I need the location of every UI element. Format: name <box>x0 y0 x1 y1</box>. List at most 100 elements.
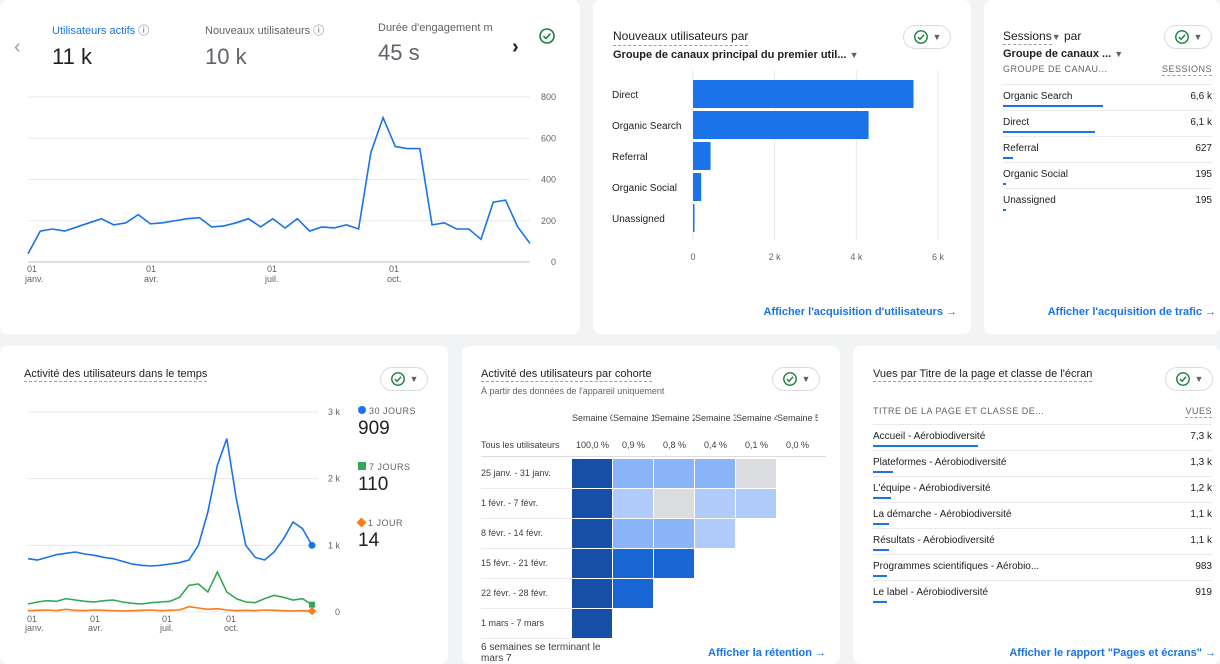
category-label: Organic Search <box>612 121 681 132</box>
pages-card: Vues par Titre de la page et classe de l… <box>853 346 1220 664</box>
all-users-value: 100,0 % <box>575 440 610 450</box>
cohort-grid: Semaine 0 Semaine 1 Semaine 2 Semaine 3 Sema… <box>462 346 840 664</box>
table-row[interactable]: L'équipe - Aérobiodiversité 1,2 k <box>873 476 1212 502</box>
table-row[interactable]: Organic Social 195 <box>1003 162 1212 188</box>
row-value: 1,1 k <box>1190 509 1212 520</box>
row-bar <box>873 497 891 499</box>
row-bar <box>873 471 893 473</box>
table-row[interactable]: Accueil - Aérobiodiversité 7,3 k <box>873 424 1212 450</box>
series-line <box>27 570 313 606</box>
check-circle-icon <box>1174 30 1189 44</box>
legend-label: 30 JOURS <box>369 406 417 416</box>
row-value: 6,1 k <box>1190 117 1212 128</box>
compare-menu[interactable]: ▼ <box>1165 367 1213 391</box>
table-row[interactable]: Programmes scientifiques - Aérobio... 983 <box>873 554 1212 580</box>
cohort-cell[interactable] <box>613 519 653 548</box>
x-tick-month: janv. <box>24 623 43 633</box>
row-bar <box>1003 157 1013 159</box>
column-header-channel[interactable]: GROUPE DE CANAU... <box>1003 64 1108 74</box>
row-value: 1,3 k <box>1190 457 1212 468</box>
cohort-cell[interactable] <box>654 489 694 518</box>
pages-screens-link[interactable]: Afficher le rapport "Pages et écrans" → <box>1009 647 1216 659</box>
compare-menu[interactable]: ▼ <box>1164 25 1212 49</box>
cohort-cell[interactable] <box>572 519 612 548</box>
row-value: 627 <box>1195 143 1212 154</box>
cohort-cell[interactable] <box>654 459 694 488</box>
green-square-icon <box>358 462 366 470</box>
cohort-cell[interactable] <box>736 459 776 488</box>
cohort-cell[interactable] <box>613 579 653 608</box>
category-label: Unassigned <box>612 214 665 225</box>
cohort-cell[interactable] <box>613 459 653 488</box>
table-row[interactable]: Referral 627 <box>1003 136 1212 162</box>
retention-link[interactable]: Afficher la rétention → <box>708 647 826 659</box>
row-divider <box>481 638 571 639</box>
table-row[interactable]: Organic Search 6,6 k <box>1003 84 1212 110</box>
cohort-cell[interactable] <box>654 549 694 578</box>
cohort-cell[interactable] <box>572 549 612 578</box>
row-label: Unassigned <box>1003 195 1056 206</box>
column-header: Semaine 3 <box>695 413 736 423</box>
chevron-down-icon: ▼ <box>1193 32 1203 42</box>
cohort-cell[interactable] <box>654 519 694 548</box>
legend-1-day: 1 JOUR 14 <box>356 517 416 574</box>
row-label: Direct <box>1003 117 1030 128</box>
row-bar <box>873 575 887 577</box>
divider <box>481 456 826 457</box>
cohort-cell[interactable] <box>736 489 776 518</box>
traffic-acquisition-link[interactable]: Afficher l'acquisition de trafic → <box>1048 306 1216 318</box>
pages-rows: Accueil - Aérobiodiversité 7,3 k Plateform… <box>873 424 1212 614</box>
bar <box>693 204 695 232</box>
chevron-down-icon[interactable]: ▼ <box>1052 32 1061 42</box>
card-title-metric: Sessions <box>1003 29 1052 45</box>
row-label: Plateformes - Aérobiodiversité <box>873 457 1007 468</box>
cohort-cell[interactable] <box>613 549 653 578</box>
legend-value: 909 <box>358 418 390 439</box>
dimension-selector[interactable]: Groupe de canaux ... ▼ <box>1003 48 1123 60</box>
cohort-cell[interactable] <box>572 609 612 638</box>
row-label: Organic Social <box>1003 169 1069 180</box>
all-users-value: 0,0 % <box>785 440 809 450</box>
table-row[interactable]: Résultats - Aérobiodiversité 1,1 k <box>873 528 1212 554</box>
row-value: 195 <box>1195 169 1212 180</box>
dimension-label: Groupe de canaux ... <box>1003 48 1112 60</box>
cohort-cell[interactable] <box>695 489 735 518</box>
cohort-cell[interactable] <box>613 489 653 518</box>
column-header-sessions[interactable]: SESSIONS <box>1161 64 1212 76</box>
row-bar <box>1003 105 1103 107</box>
column-header-views[interactable]: VUES <box>1185 406 1212 418</box>
category-label: Direct <box>612 90 638 101</box>
table-row[interactable]: La démarche - Aérobiodiversité 1,1 k <box>873 502 1212 528</box>
x-tick-month: janv. <box>24 274 43 284</box>
table-row[interactable]: Unassigned 195 <box>1003 188 1212 214</box>
cohort-row-label: 22 févr. - 28 févr. <box>481 588 549 598</box>
row-value: 195 <box>1195 195 1212 206</box>
column-header: Semaine 1 <box>613 413 654 423</box>
cohort-row-label: 25 janv. - 31 janv. <box>481 468 551 478</box>
blue-dot-icon <box>358 406 366 414</box>
all-users-value: 0,1 % <box>744 440 768 450</box>
all-users-value: 0,9 % <box>621 440 645 450</box>
cohort-cell[interactable] <box>572 579 612 608</box>
table-row[interactable]: Direct 6,1 k <box>1003 110 1212 136</box>
column-header-title[interactable]: TITRE DE LA PAGE ET CLASSE DE... <box>873 406 1044 416</box>
user-acquisition-link[interactable]: Afficher l'acquisition d'utilisateurs → <box>764 306 957 318</box>
x-tick-label: 0 <box>690 252 695 262</box>
y-tick-label: 0 <box>551 257 556 267</box>
cohort-cell[interactable] <box>695 519 735 548</box>
cohort-row-label: 8 févr. - 14 févr. <box>481 528 544 538</box>
overview-card: ‹ Utilisateurs actifs ⓘ 11 k Nouveaux ut… <box>0 0 580 334</box>
table-row[interactable]: Plateformes - Aérobiodiversité 1,3 k <box>873 450 1212 476</box>
table-row[interactable]: Le label - Aérobiodiversité 919 <box>873 580 1212 606</box>
legend-7-days: 7 JOURS 110 <box>358 462 416 518</box>
overview-line-chart: 800600400200001janv.01avr.01juil.01oct. <box>24 92 556 284</box>
cohort-cell[interactable] <box>572 489 612 518</box>
check-circle-icon <box>1175 372 1190 386</box>
cohort-cell[interactable] <box>695 459 735 488</box>
row-value: 7,3 k <box>1190 431 1212 442</box>
cohort-cell[interactable] <box>572 459 612 488</box>
column-header: Semaine 5 <box>777 413 818 423</box>
x-tick-label: 2 k <box>769 252 782 262</box>
row-label: Le label - Aérobiodiversité <box>873 587 989 598</box>
row-value: 6,6 k <box>1190 91 1212 102</box>
